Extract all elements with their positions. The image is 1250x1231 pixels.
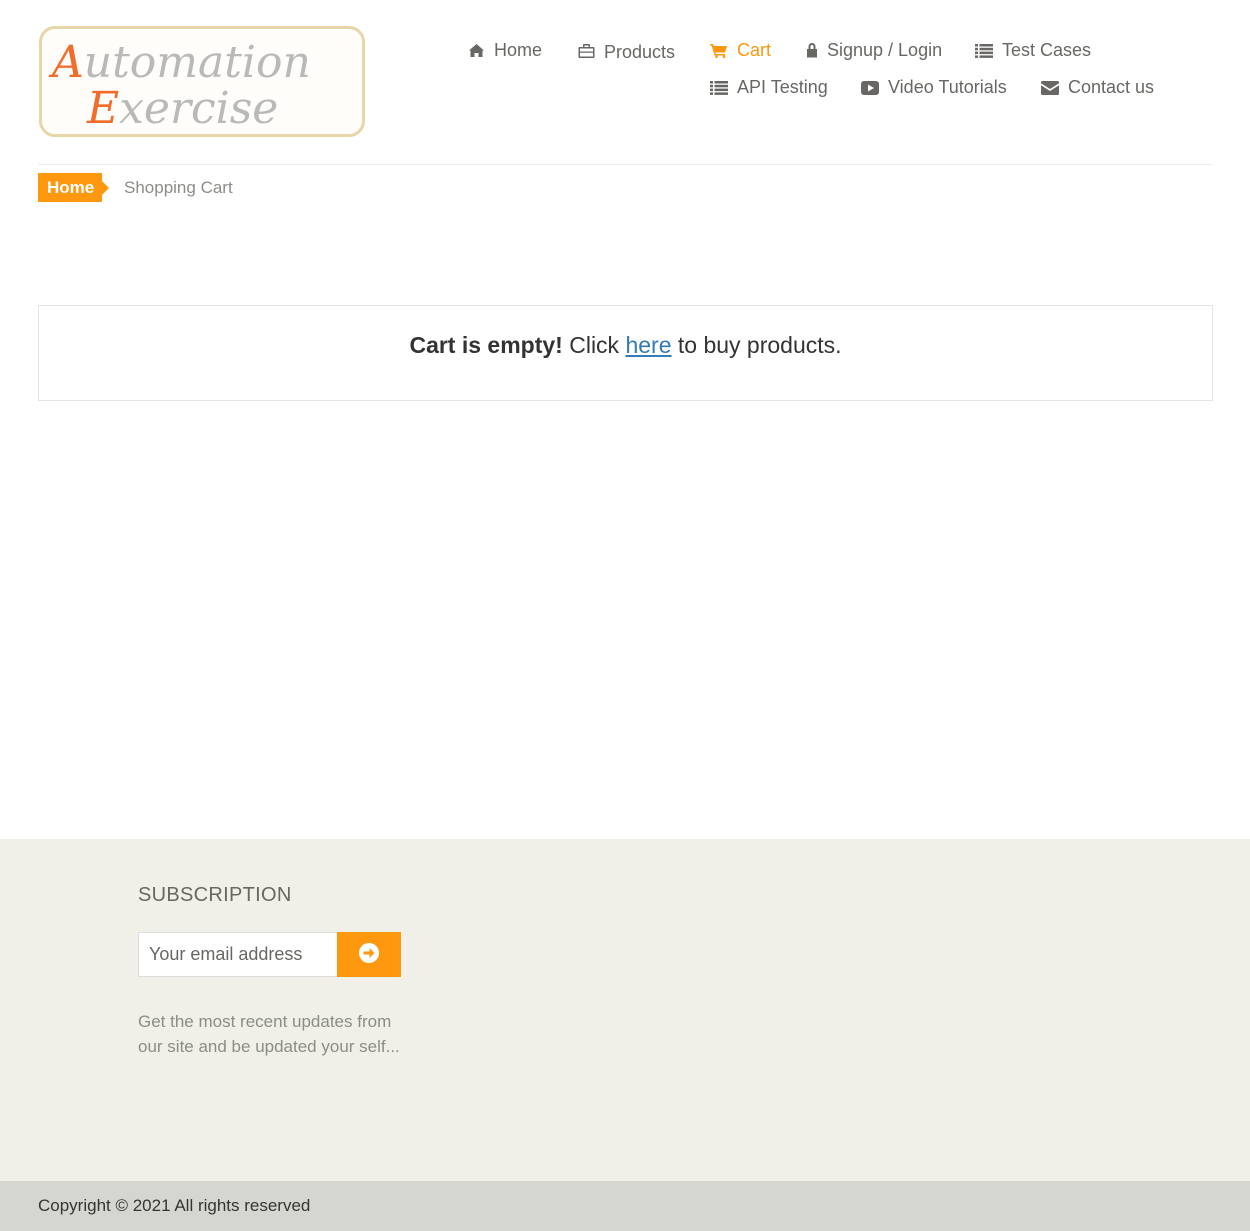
copyright-text: Copyright © 2021 All rights reserved xyxy=(38,1196,311,1215)
nav-api-testing[interactable]: API Testing xyxy=(710,77,828,98)
nav-video-tutorials-label: Video Tutorials xyxy=(888,77,1007,97)
envelope-icon xyxy=(1041,79,1059,97)
logo-letter-e: E xyxy=(86,83,119,134)
nav-cart[interactable]: Cart xyxy=(710,40,771,61)
footer-bottom: Copyright © 2021 All rights reserved xyxy=(0,1181,1250,1231)
nav-contact-us[interactable]: Contact us xyxy=(1041,77,1154,98)
nav-signup-login-label: Signup / Login xyxy=(827,40,943,60)
buy-products-link[interactable]: here xyxy=(625,332,671,358)
breadcrumb-home-link[interactable]: Home xyxy=(38,173,109,202)
cart-empty-label: Cart is empty! xyxy=(409,332,563,358)
nav-home[interactable]: Home xyxy=(467,40,542,61)
nav-contact-us-label: Contact us xyxy=(1068,77,1155,97)
logo-letter-a: A xyxy=(48,37,84,88)
nav-home-label: Home xyxy=(494,40,543,60)
nav-api-testing-label: API Testing xyxy=(737,77,828,97)
arrow-circle-right-icon xyxy=(358,942,380,967)
list-icon xyxy=(975,42,993,60)
subscription-description: Get the most recent updates from our sit… xyxy=(138,1012,400,1056)
footer-subscription-section: SUBSCRIPTION Get the most recent updates… xyxy=(0,839,1250,1181)
subscribe-button[interactable] xyxy=(337,932,401,977)
nav-products-label: Products xyxy=(604,42,676,62)
nav-test-cases[interactable]: Test Cases xyxy=(975,40,1091,61)
subscription-email-input[interactable] xyxy=(138,932,338,977)
empty-cart-message: Cart is empty! Click here to buy product… xyxy=(39,332,1212,359)
nav-signup-login[interactable]: Signup / Login xyxy=(805,40,942,61)
cart-suffix-text: to buy products. xyxy=(677,332,842,358)
nav-test-cases-label: Test Cases xyxy=(1002,40,1092,60)
lock-icon xyxy=(805,42,818,60)
header-divider xyxy=(38,164,1213,165)
nav-products[interactable]: Products xyxy=(577,40,676,62)
breadcrumb-current: Shopping Cart xyxy=(124,178,233,197)
site-logo[interactable]: Automation Exercise A E xyxy=(39,26,365,137)
home-icon xyxy=(467,42,485,60)
cart-click-text: Click xyxy=(569,332,620,358)
empty-cart-box: Cart is empty! Click here to buy product… xyxy=(38,305,1213,401)
youtube-play-icon xyxy=(861,79,879,97)
subscription-title: SUBSCRIPTION xyxy=(138,884,292,906)
nav-cart-label: Cart xyxy=(737,40,772,60)
nav-video-tutorials[interactable]: Video Tutorials xyxy=(861,77,1007,98)
briefcase-icon xyxy=(577,42,595,60)
shopping-cart-icon xyxy=(710,42,728,60)
logo-text-automation: Automation xyxy=(48,37,311,88)
list-icon xyxy=(710,79,728,97)
